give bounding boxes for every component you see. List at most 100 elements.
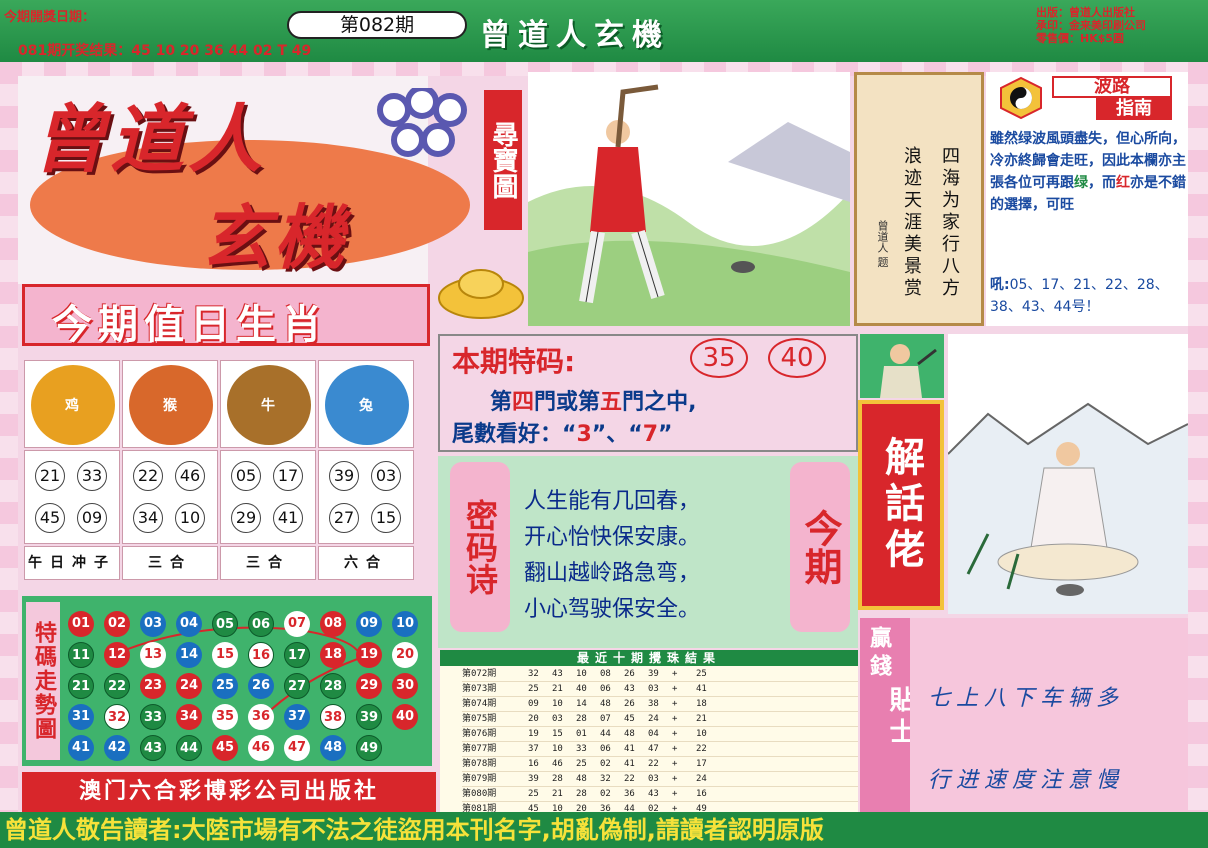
results-number: 43 — [552, 669, 563, 679]
guide-title: 波路 — [1052, 76, 1172, 98]
table-row: 第078期 16 46 25 02 41 22 +17 — [462, 757, 858, 772]
results-number: 46 — [552, 759, 563, 769]
results-number: 16 — [528, 759, 539, 769]
zodiac-banner-title: 今期值日生肖 — [52, 302, 328, 348]
trend-number-ball: 29 — [356, 673, 382, 699]
zodiac-number-ball: 03 — [371, 461, 401, 491]
trend-number-ball: 43 — [140, 735, 166, 761]
results-special-number: 41 — [696, 684, 707, 694]
zodiac-number-ball: 10 — [175, 503, 205, 533]
trend-number-ball: 17 — [284, 642, 310, 668]
results-number: 08 — [600, 669, 611, 679]
results-number: 40 — [576, 684, 587, 694]
results-number: 26 — [624, 669, 635, 679]
secret-poem-label: 密码诗 — [450, 462, 510, 632]
zodiac-number-ball: 05 — [231, 461, 261, 491]
special-line2-c: ”、“ — [591, 422, 643, 447]
results-number: 04 — [648, 729, 659, 739]
trend-number-ball: 27 — [284, 673, 310, 699]
zodiac-relation: 三合 — [220, 546, 316, 580]
results-period: 第079期 — [462, 774, 497, 784]
trend-number-ball: 19 — [356, 642, 382, 668]
secret-poem-line: 人生能有几回春， — [524, 489, 701, 514]
special-line1-c: 門或第 — [534, 390, 601, 415]
trend-number-ball: 40 — [392, 704, 418, 730]
newspaper-page: 今期開獎日期： 081期开奖结果：45 10 20 36 44 02 T 49 … — [0, 0, 1208, 848]
results-special-number: 16 — [696, 789, 707, 799]
this-issue-label: 今期 — [790, 462, 850, 632]
brand-title: 曾道人玄機 — [480, 18, 670, 53]
results-number: 21 — [552, 789, 563, 799]
results-number: 43 — [624, 684, 635, 694]
results-number: 03 — [552, 714, 563, 724]
results-number: 06 — [600, 684, 611, 694]
secret-poem-line: 小心驾驶保安全。 — [524, 597, 701, 622]
results-number: 48 — [576, 774, 587, 784]
draw-date-label: 今期開獎日期： — [4, 10, 96, 25]
results-number: 19 — [528, 729, 539, 739]
results-number: 41 — [624, 759, 635, 769]
trend-number-ball: 21 — [68, 673, 94, 699]
trend-number-ball: 07 — [284, 611, 310, 637]
zodiac-number-ball: 21 — [35, 461, 65, 491]
secret-poem-line: 开心怡快保安康。 — [524, 525, 701, 550]
zodiac-relation: 三合 — [122, 546, 218, 580]
results-period: 第078期 — [462, 759, 497, 769]
guide-numbers-list: 05、17、21、22、28、38、43、44号！ — [990, 277, 1169, 315]
printer-line: 承印：金来美印刷公司 — [1036, 19, 1146, 32]
zodiac-relation: 午日冲子 — [24, 546, 120, 580]
results-period: 第076期 — [462, 729, 497, 739]
zodiac-numbers: 22 46 34 10 — [122, 450, 218, 544]
results-number: 21 — [552, 684, 563, 694]
results-number: 22 — [624, 774, 635, 784]
trend-number-ball: 20 — [392, 642, 418, 668]
zodiac-number-ball: 29 — [231, 503, 261, 533]
results-number: 41 — [624, 744, 635, 754]
zodiac-animal-name: 兔 — [359, 398, 373, 414]
guide-text-green: 绿 — [1074, 175, 1088, 191]
results-number: 38 — [648, 699, 659, 709]
results-plus-sign: + — [672, 759, 678, 769]
zodiac-number-ball: 41 — [273, 503, 303, 533]
zodiac-number-ball: 09 — [77, 503, 107, 533]
results-number: 03 — [648, 684, 659, 694]
trend-number-ball: 03 — [140, 611, 166, 637]
trend-number-ball: 16 — [248, 642, 274, 668]
trend-number-ball: 30 — [392, 673, 418, 699]
trend-number-ball: 11 — [68, 642, 94, 668]
special-line2-e: ” — [658, 422, 673, 447]
trend-number-ball: 01 — [68, 611, 94, 637]
results-plus-sign: + — [672, 729, 678, 739]
results-number: 02 — [600, 759, 611, 769]
trend-number-ball: 34 — [176, 704, 202, 730]
results-period: 第075期 — [462, 714, 497, 724]
trend-number-ball: 22 — [104, 673, 130, 699]
results-number: 25 — [528, 684, 539, 694]
zodiac-animal-name: 鸡 — [65, 398, 79, 414]
trend-number-ball: 08 — [320, 611, 346, 637]
results-number: 44 — [600, 729, 611, 739]
secret-poem-line: 翻山越岭路急弯， — [524, 561, 701, 586]
results-period: 第073期 — [462, 684, 497, 694]
trend-number-ball: 38 — [320, 704, 346, 730]
results-number: 10 — [552, 744, 563, 754]
results-period: 第074期 — [462, 699, 497, 709]
results-number: 45 — [624, 714, 635, 724]
winning-tip-line-1: 七上八下车辆多 — [928, 686, 1125, 711]
zodiac-numbers: 21 33 45 09 — [24, 450, 120, 544]
results-special-number: 24 — [696, 774, 707, 784]
poem-signature: 曾道人 题 — [876, 220, 889, 268]
guide-text-red: 红 — [1116, 175, 1130, 191]
trend-number-ball: 37 — [284, 704, 310, 730]
results-number: 32 — [528, 669, 539, 679]
poem-line-2: 浪迹天涯美景赏 — [901, 146, 922, 300]
zodiac-grid: 鸡 21 33 45 09 午日冲子 猴 22 46 34 10 三合 牛 05 17 29 41 三合 兔 39 03… — [24, 360, 416, 582]
results-period: 第077期 — [462, 744, 497, 754]
trend-number-ball: 26 — [248, 673, 274, 699]
trend-number-ball: 32 — [104, 704, 130, 730]
special-hint-tail: 尾數看好：“3”、“7” — [452, 416, 672, 448]
special-line1-door-b: 五 — [600, 390, 623, 415]
guide-numbers-prefix: 吼: — [990, 277, 1010, 293]
zodiac-number-ball: 15 — [371, 503, 401, 533]
zodiac-image-4: 兔 — [318, 360, 414, 448]
